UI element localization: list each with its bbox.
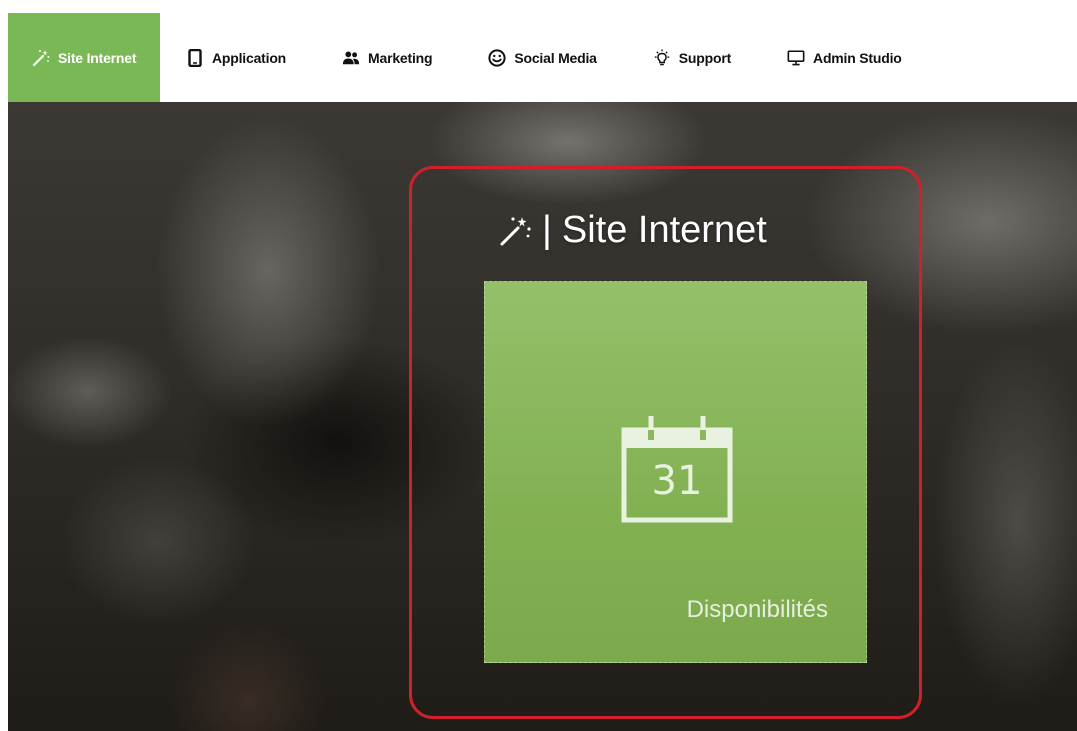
- nav-item-label: Admin Studio: [813, 49, 902, 66]
- nav-item-social-media[interactable]: Social Media: [460, 13, 624, 102]
- smiley-icon: [488, 48, 506, 67]
- magic-wand-icon: [32, 49, 50, 67]
- magic-wand-icon: [498, 214, 532, 248]
- nav-item-application[interactable]: Application: [160, 13, 314, 102]
- nav-item-label: Marketing: [368, 49, 433, 66]
- users-icon: [342, 49, 360, 67]
- nav-item-support[interactable]: Support: [625, 13, 759, 102]
- mobile-icon: [186, 48, 204, 67]
- app-frame: Site Internet Application Marketing Soci…: [8, 13, 1077, 731]
- calendar-day-number: 31: [651, 458, 703, 504]
- disponibilites-tile[interactable]: 31 Disponibilités: [484, 281, 867, 663]
- nav-item-site-internet[interactable]: Site Internet: [8, 13, 160, 102]
- title-separator: |: [542, 209, 552, 251]
- nav-item-label: Application: [212, 49, 287, 66]
- lightbulb-icon: [653, 48, 671, 67]
- calendar-icon: 31: [618, 414, 736, 524]
- top-navigation: Site Internet Application Marketing Soci…: [8, 13, 1077, 102]
- nav-item-label: Support: [678, 49, 732, 66]
- monitor-icon: [787, 49, 805, 67]
- nav-item-admin-studio[interactable]: Admin Studio: [759, 13, 930, 102]
- section-title: | Site Internet: [498, 209, 767, 252]
- nav-item-marketing[interactable]: Marketing: [314, 13, 460, 102]
- nav-item-label: Social Media: [514, 49, 597, 66]
- nav-item-label: Site Internet: [58, 49, 137, 66]
- section-title-text: Site Internet: [561, 209, 767, 251]
- tile-label: Disponibilités: [686, 596, 828, 623]
